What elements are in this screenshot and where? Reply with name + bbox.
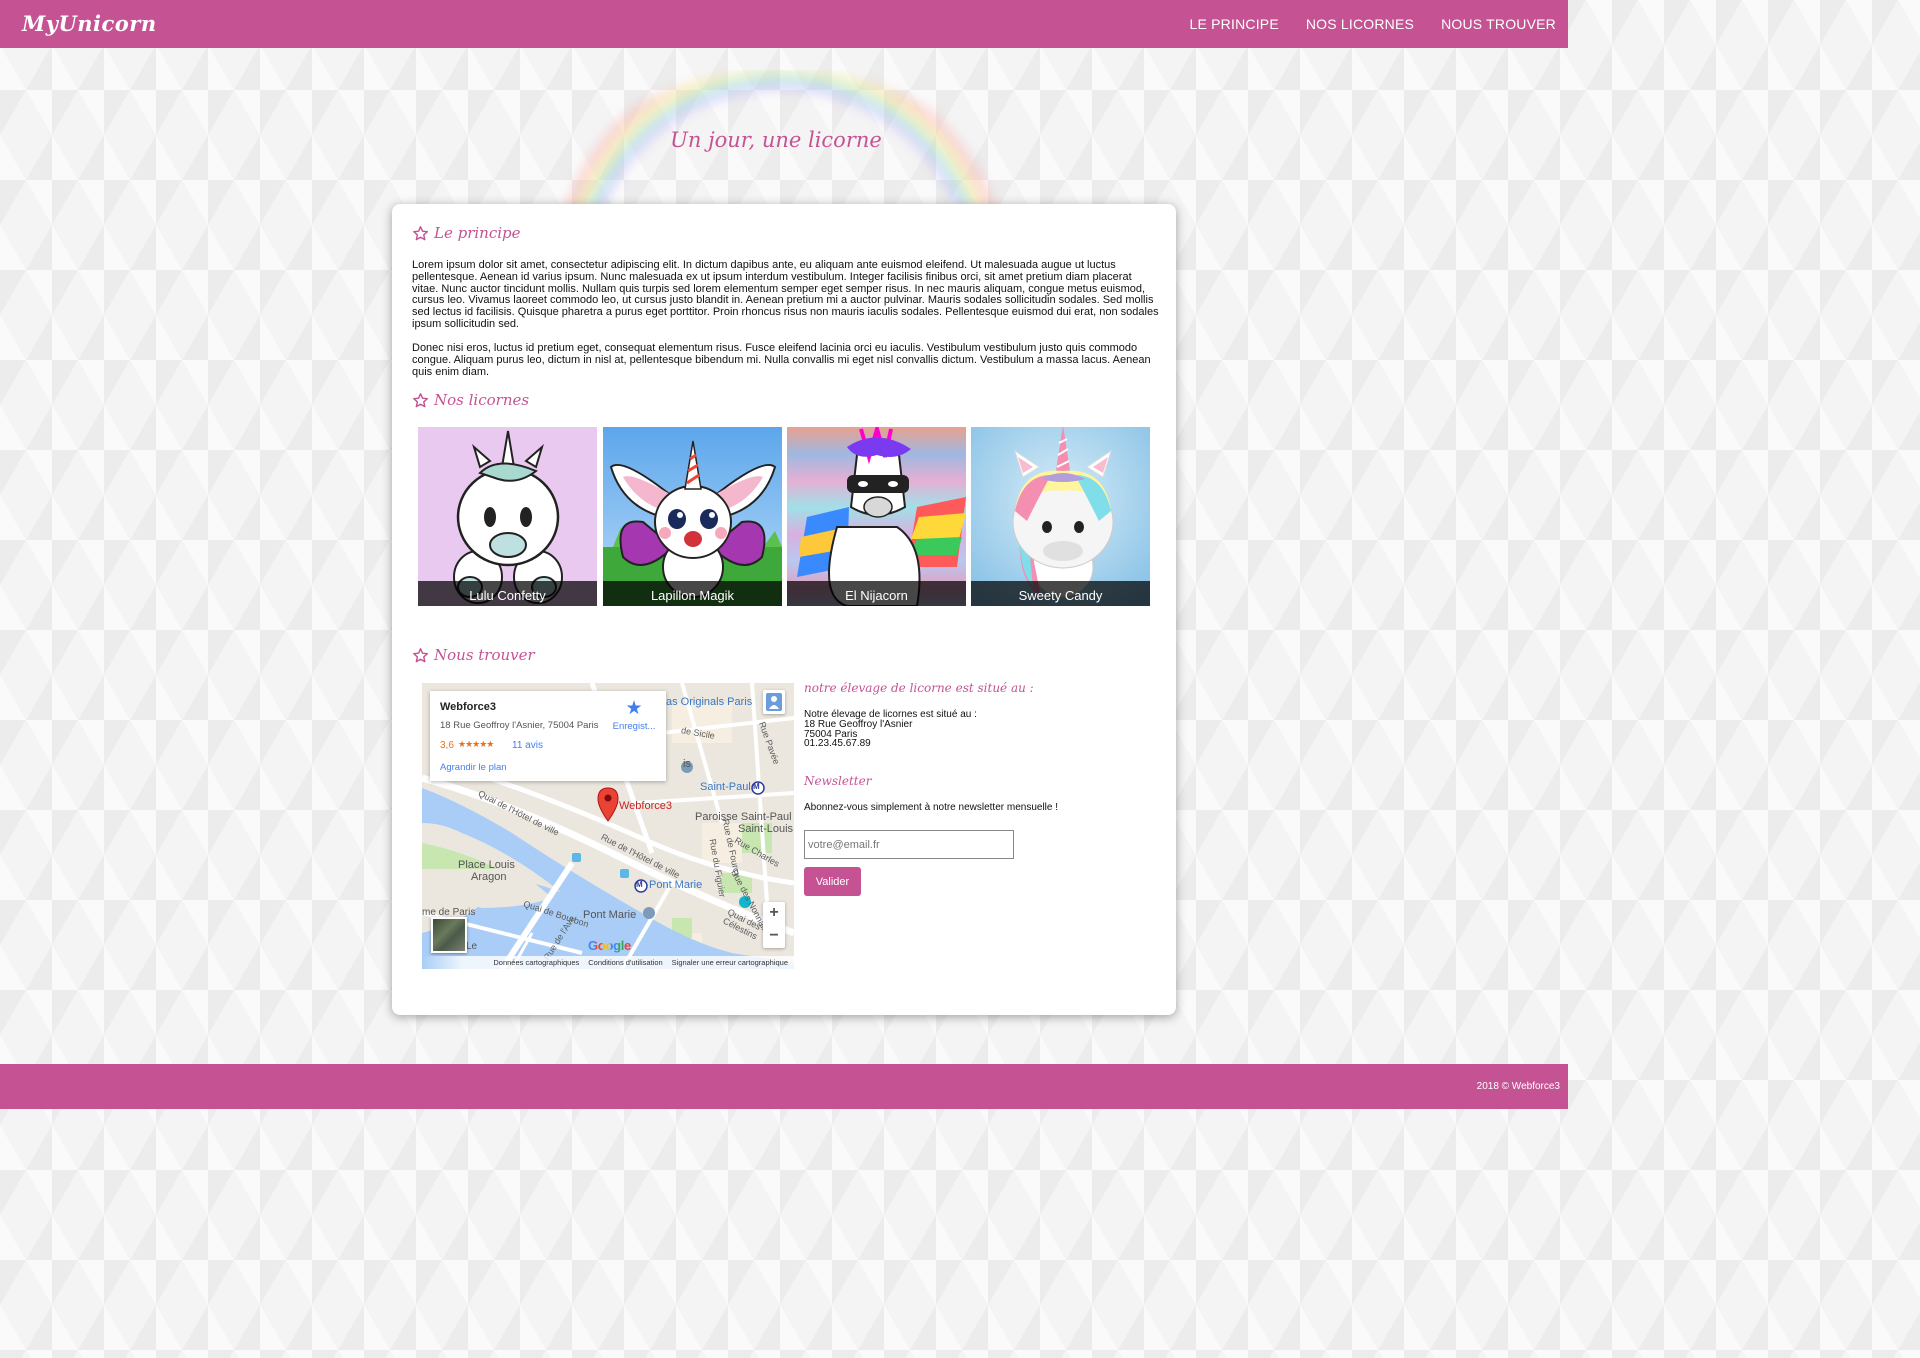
unicorn-image [971,427,1150,606]
section-title-licornes: Nos licornes [412,391,529,409]
section-title-label: Nos licornes [434,391,530,409]
satellite-toggle-button[interactable] [431,917,467,953]
principe-paragraph-2: Donec nisi eros, luctus id pretium eget,… [412,342,1151,378]
map-label-pont-marie: Pont Marie [583,909,637,921]
unicorn-caption: El Nijacorn [787,581,966,606]
nav-link-principe[interactable]: LE PRINCIPE [1190,16,1279,32]
map-label-saint-louis: Saint-Louis [738,823,794,835]
map-label-paroisse: Paroisse Saint-Paul [695,811,792,823]
map-save-button[interactable]: ★ Enregist... [610,698,658,733]
unicorn-card-lapillon[interactable]: Lapillon Magik [603,427,782,606]
unicorn-image [787,427,966,606]
map-label-originals: as Originals Paris [666,696,753,708]
map-rating-value: 3,6 [440,740,454,751]
newsletter-title: Newsletter [804,774,872,788]
map-place-name: Webforce3 [440,701,497,713]
footer: 2018 © Webforce3 [0,1064,1568,1109]
google-logo-text: Google [588,938,631,953]
star-icon [413,225,429,240]
star-icon [413,647,429,662]
map-place-address: 18 Rue Geoffroy l'Asnier, 75004 Paris [440,720,599,731]
newsletter-text: Abonnez-vous simplement à notre newslett… [804,802,1059,813]
unicorn-card-nijacorn[interactable]: El Nijacorn [787,427,966,606]
map-save-label: Enregist... [612,721,656,732]
nav-link-licornes[interactable]: NOS LICORNES [1306,16,1414,32]
map-label-le: Le [466,941,478,952]
zoom-out-button[interactable]: − [763,925,785,948]
hero-title: Un jour, une licorne [670,128,882,152]
map-label-saint-paul: Saint-Paul [700,781,751,793]
address-title: notre élevage de licorne est situé au : [804,681,1034,695]
zoom-in-button[interactable]: + [763,902,785,925]
unicorn-caption: Lulu Confetty [418,581,597,606]
unicorn-image [603,427,782,606]
unicorn-card-sweety[interactable]: Sweety Candy [971,427,1150,606]
navbar: MyUnicorn LE PRINCIPE NOS LICORNES NOUS … [0,0,1568,48]
map-info-card: Webforce3 18 Rue Geoffroy l'Asnier, 7500… [430,691,666,781]
metro-icon: M [753,782,760,791]
unicorn-caption: Lapillon Magik [603,581,782,606]
google-logo: Google [588,938,631,953]
map-reviews-link[interactable]: 11 avis [512,740,543,751]
unicorn-gallery: Lulu Confetty Lapillon Magik El Nijacorn… [418,427,1154,606]
map-zoom-controls: + − [763,902,785,948]
brand-logo[interactable]: MyUnicorn [22,11,157,36]
map-label-aragon: Aragon [471,871,507,883]
address-block: Notre élevage de licornes est situé au :… [804,710,977,749]
email-field[interactable] [804,830,1014,859]
section-title-label: Le principe [434,224,521,242]
rating-stars-icon: ★★★★★ [458,739,494,749]
map-label-pont-marie-metro: Pont Marie [649,879,703,891]
unicorn-card-lulu[interactable]: Lulu Confetty [418,427,597,606]
google-map[interactable]: as Originals Paris Saint-Paul M Paroisse… [422,683,794,969]
principe-paragraph-1: Lorem ipsum dolor sit amet, consectetur … [412,259,1159,330]
unicorn-image [418,427,597,606]
map-enlarge-link[interactable]: Agrandir le plan [440,762,507,773]
map-marker-label[interactable]: Webforce3 [619,800,672,812]
map-footer: Données cartographiques Conditions d'uti… [422,956,794,969]
section-title-label: Nous trouver [434,646,535,664]
section-title-principe: Le principe [412,224,521,242]
footer-copyright: 2018 © Webforce3 [1476,1081,1560,1092]
map-terms-link[interactable]: Conditions d'utilisation [588,956,662,969]
phone-number: 01.23.45.67.89 [804,738,871,750]
section-title-trouver: Nous trouver [412,646,535,664]
unicorn-caption: Sweety Candy [971,581,1150,606]
map-label-is: is [683,758,691,770]
nav-links: LE PRINCIPE NOS LICORNES NOUS TROUVER [1190,16,1556,32]
star-icon: ★ [625,698,643,719]
star-icon [413,392,429,407]
map-label-place-louis: Place Louis [458,859,515,871]
metro-icon: M [636,880,643,889]
content-card: Le principe Lorem ipsum dolor sit amet, … [392,204,1176,1015]
submit-button[interactable]: Valider [804,867,861,896]
map-data-link[interactable]: Données cartographiques [493,956,579,969]
street-view-pegman-icon[interactable] [763,690,785,714]
nav-link-trouver[interactable]: NOUS TROUVER [1441,16,1556,32]
map-report-link[interactable]: Signaler une erreur cartographique [672,956,788,969]
